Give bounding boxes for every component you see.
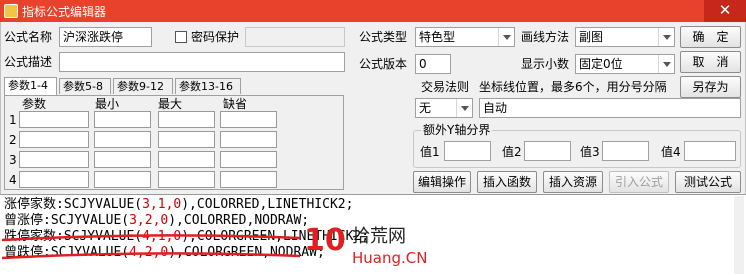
tab-params-9-12[interactable]: 参数9-12 <box>113 78 173 94</box>
type-select[interactable]: 特色型 <box>415 27 515 47</box>
param-4-default[interactable] <box>220 171 277 188</box>
title-bar: 指标公式编辑器 ✕ <box>0 0 746 22</box>
decimals-value: 固定0位 <box>579 57 623 71</box>
tab-params-13-16[interactable]: 参数13-16 <box>175 78 241 94</box>
password-checkbox[interactable] <box>175 31 187 43</box>
trade-rule-value: 无 <box>419 101 432 115</box>
param-3-default[interactable] <box>220 151 277 168</box>
save-as-button[interactable]: 另存为 <box>680 76 741 98</box>
param-2-min[interactable] <box>94 131 151 148</box>
app-icon <box>4 4 18 18</box>
yaxis-group-label: 额外Y轴分界 <box>421 122 493 138</box>
decimals-select[interactable]: 固定0位 <box>575 54 675 74</box>
code-args: 3,1,0 <box>142 197 182 212</box>
insert-func-button[interactable]: 插入函数 <box>477 171 537 193</box>
type-select-value: 特色型 <box>419 30 456 44</box>
yaxis-4-label: 值4 <box>661 145 681 159</box>
yaxis-2-field[interactable] <box>524 141 571 161</box>
param-4-min[interactable] <box>94 171 151 188</box>
watermark-brand-en: Huang.CN <box>352 249 428 267</box>
coord-label: 坐标线位置，最多6个，用分号分隔 <box>479 80 667 94</box>
param-header-default: 缺省 <box>223 97 248 111</box>
test-formula-button[interactable]: 测试公式 <box>675 171 741 193</box>
yaxis-3-label: 值3 <box>580 145 600 159</box>
insert-resource-button[interactable]: 插入资源 <box>543 171 603 193</box>
param-row-num: 1 <box>9 113 17 127</box>
desc-field[interactable] <box>59 52 345 72</box>
param-1-min[interactable] <box>94 111 151 128</box>
param-4-max[interactable] <box>158 171 215 188</box>
yaxis-1-label: 值1 <box>420 145 440 159</box>
param-row-num: 3 <box>9 153 17 167</box>
param-3-max[interactable] <box>158 151 215 168</box>
password-field[interactable] <box>245 27 345 47</box>
import-formula-button[interactable]: 引入公式 <box>609 171 669 193</box>
close-button[interactable]: ✕ <box>704 0 746 22</box>
draw-method-label: 画线方法 <box>521 30 570 44</box>
ok-button[interactable]: 确 定 <box>680 26 741 48</box>
param-1-default[interactable] <box>220 111 277 128</box>
param-2-max[interactable] <box>158 131 215 148</box>
param-1-max[interactable] <box>158 111 215 128</box>
param-header-max: 最大 <box>158 97 183 111</box>
watermark-mark: 10 <box>304 223 346 258</box>
param-3-min[interactable] <box>94 151 151 168</box>
version-field[interactable]: 0 <box>415 54 451 74</box>
code-text: ),COLORRED,LINETHICK2; <box>181 197 354 212</box>
code-text: 涨停家数:SCJYVALUE( <box>4 197 143 212</box>
param-2-name[interactable] <box>19 131 89 148</box>
dialog-body: 公式名称 沪深涨跌停 密码保护 公式类型 特色型 画线方法 副图 确 定 公式描… <box>0 22 746 194</box>
param-1-name[interactable] <box>19 111 89 128</box>
trade-rule-select[interactable]: 无 <box>415 98 473 118</box>
type-label: 公式类型 <box>359 30 408 44</box>
coord-field[interactable]: 自动 <box>479 98 741 118</box>
chevron-down-icon[interactable] <box>456 99 472 117</box>
watermark-brand-cn: 拾荒网 <box>352 226 406 247</box>
name-field[interactable]: 沪深涨跌停 <box>59 27 152 47</box>
window-title: 指标公式编辑器 <box>22 5 107 19</box>
decimals-label: 显示小数 <box>521 57 570 71</box>
edit-op-button[interactable]: 编辑操作 <box>413 171 471 193</box>
chevron-down-icon[interactable] <box>498 28 514 46</box>
tab-params-5-8[interactable]: 参数5-8 <box>59 78 111 94</box>
param-3-name[interactable] <box>19 151 89 168</box>
param-grid: 参数 最小 最大 缺省 1 2 3 4 <box>4 95 344 190</box>
cancel-button[interactable]: 取 消 <box>680 51 741 73</box>
param-header-min: 最小 <box>95 97 120 111</box>
param-row-num: 4 <box>9 173 17 187</box>
param-2-default[interactable] <box>220 131 277 148</box>
param-tabs: 参数1-4 参数5-8 参数9-12 参数13-16 <box>4 77 344 96</box>
code-line: 涨停家数:SCJYVALUE(3,1,0),COLORRED,LINETHICK… <box>4 197 353 213</box>
password-label: 密码保护 <box>191 30 240 44</box>
desc-label: 公式描述 <box>4 55 53 69</box>
chevron-down-icon[interactable] <box>658 55 674 73</box>
yaxis-4-field[interactable] <box>684 141 736 161</box>
trade-rule-label: 交易法则 <box>421 80 470 94</box>
editor-scrollbar[interactable] <box>734 196 744 274</box>
tab-params-1-4[interactable]: 参数1-4 <box>4 77 57 95</box>
version-label: 公式版本 <box>359 57 408 71</box>
param-4-name[interactable] <box>19 171 89 188</box>
red-strike-line <box>1 252 301 260</box>
yaxis-2-label: 值2 <box>502 145 522 159</box>
param-header-name: 参数 <box>22 97 47 111</box>
yaxis-1-field[interactable] <box>444 141 491 161</box>
chevron-down-icon[interactable] <box>658 28 674 46</box>
name-label: 公式名称 <box>4 30 53 44</box>
red-strike-line <box>1 234 301 242</box>
yaxis-3-field[interactable] <box>602 141 649 161</box>
param-row-num: 2 <box>9 133 17 147</box>
draw-method-select[interactable]: 副图 <box>575 27 675 47</box>
draw-method-value: 副图 <box>579 30 604 44</box>
